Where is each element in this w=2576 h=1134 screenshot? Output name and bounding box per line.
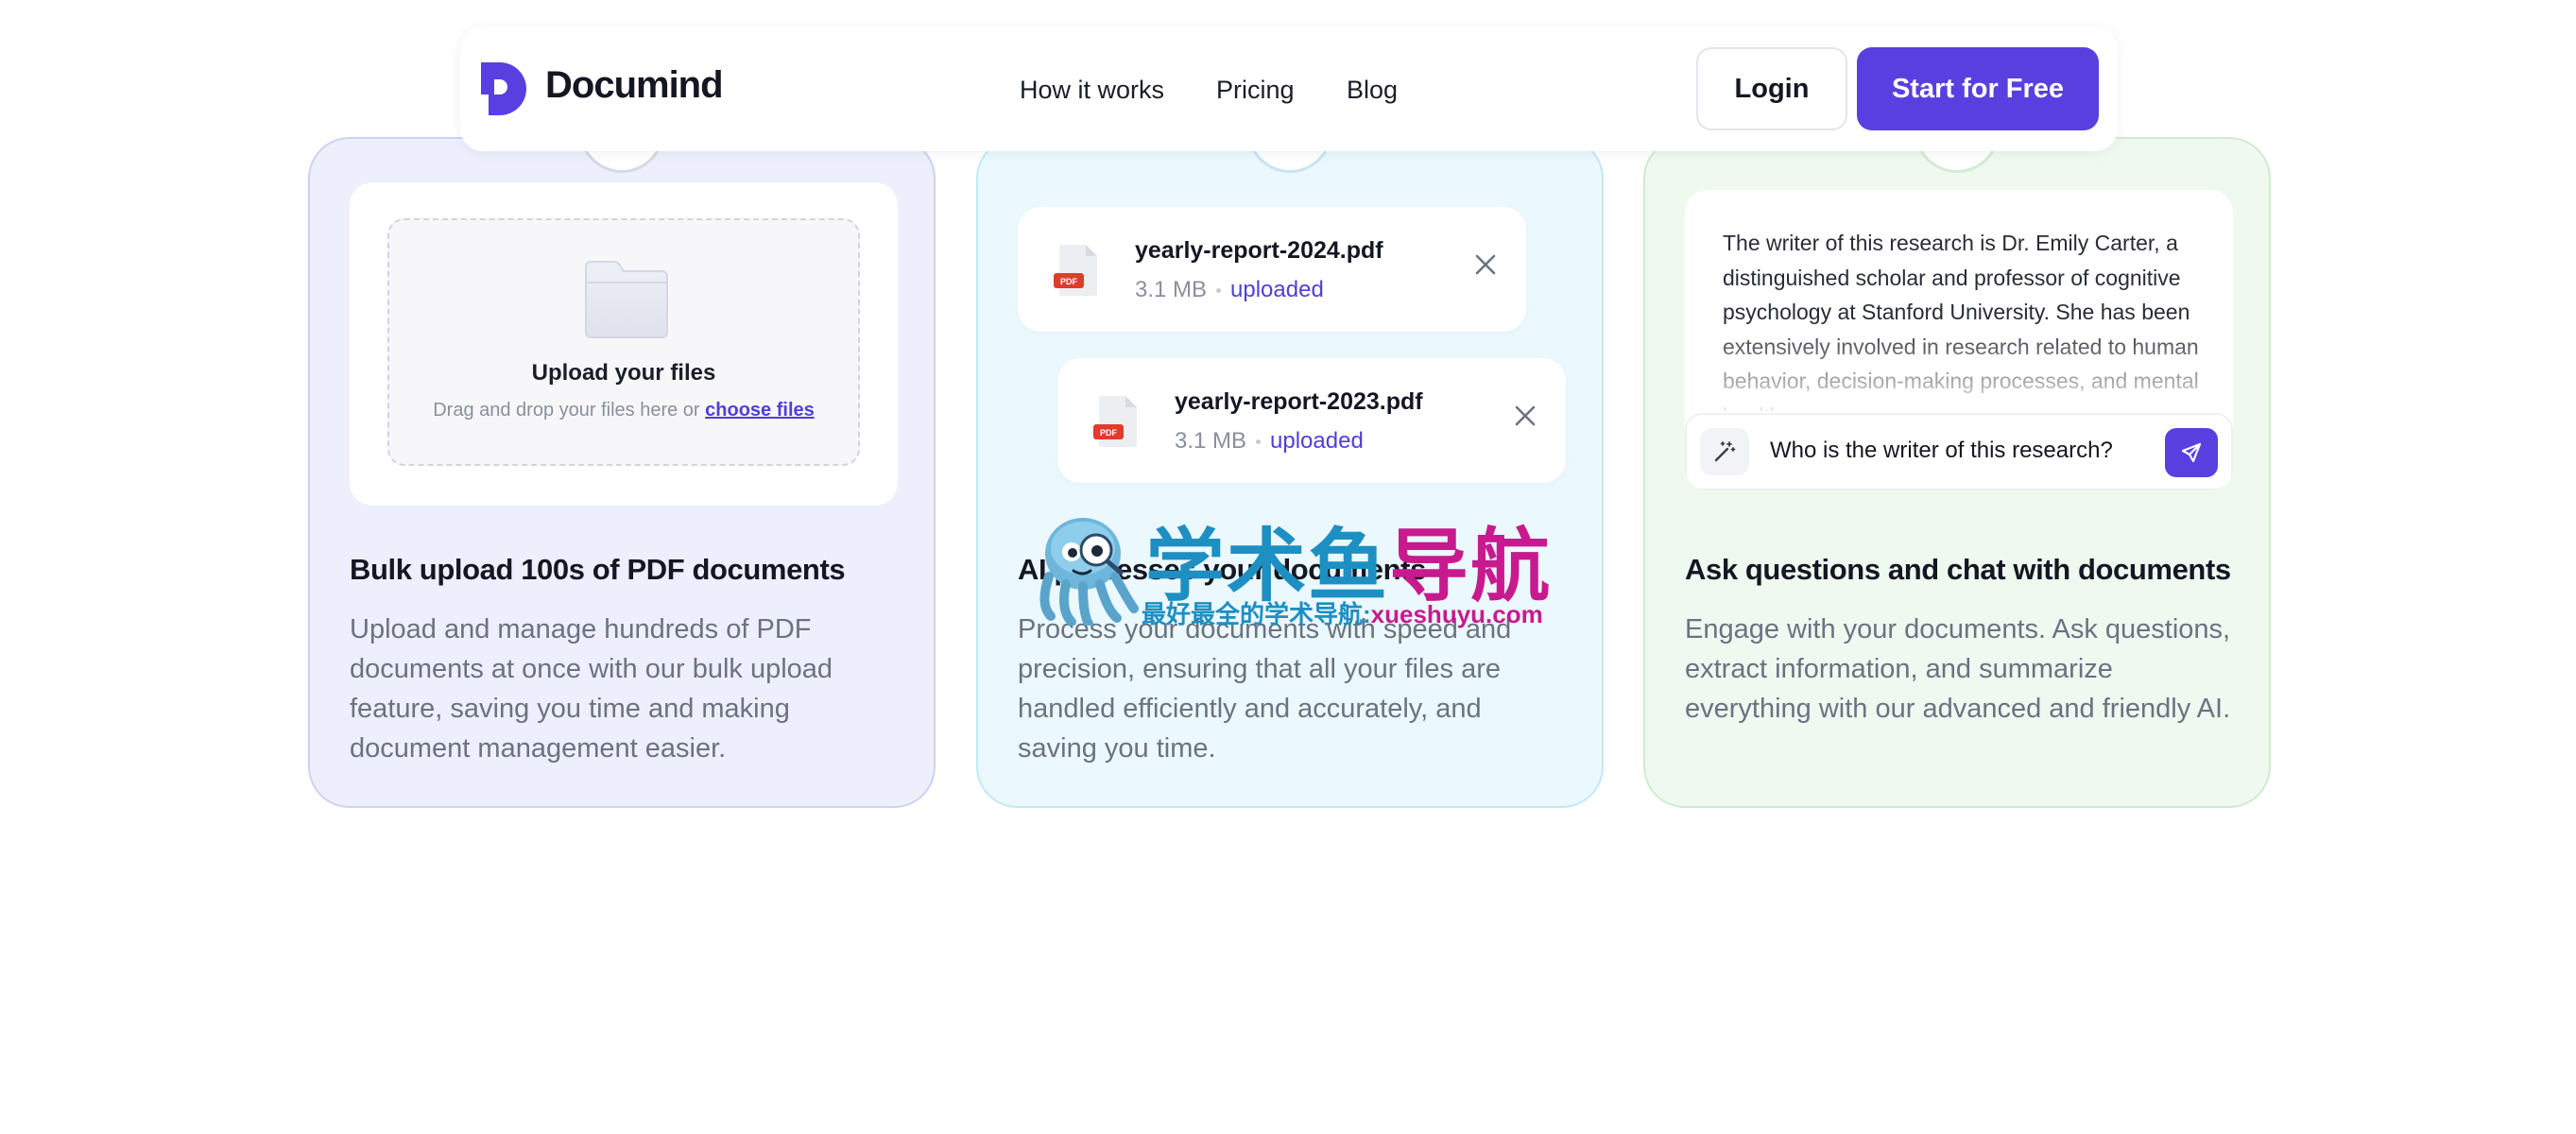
feature-card-chat: The writer of this research is Dr. Emily…	[1643, 105, 2271, 808]
separator-dot	[1256, 439, 1262, 445]
file-meta: 3.1 MB uploaded	[1175, 428, 1364, 455]
close-icon[interactable]	[1513, 404, 1537, 428]
card-description: Upload and manage hundreds of PDF docume…	[350, 614, 833, 764]
chat-panel: The writer of this research is Dr. Emily…	[1685, 190, 2233, 490]
card-title: Bulk upload 100s of PDF documents	[350, 553, 846, 586]
choose-files-link[interactable]: choose files	[705, 400, 815, 421]
upload-subtitle-text: Drag and drop your files here or	[433, 400, 700, 421]
logo-icon	[481, 62, 526, 115]
send-button[interactable]	[2165, 428, 2218, 477]
file-meta: 3.1 MB uploaded	[1135, 277, 1324, 303]
separator-dot	[1216, 288, 1222, 294]
card-title: Ask questions and chat with documents	[1685, 553, 2231, 586]
pdf-badge: PDF	[1060, 277, 1078, 286]
upload-status: uploaded	[1270, 428, 1364, 454]
upload-status: uploaded	[1230, 277, 1324, 302]
start-free-button[interactable]: Start for Free	[1857, 47, 2099, 130]
watermark-subtitle-part1: 最好最全的学术导航:	[1142, 600, 1371, 628]
close-icon[interactable]	[1473, 252, 1498, 277]
file-dropzone[interactable]: Upload your files Drag and drop your fil…	[387, 218, 860, 466]
file-size: 3.1 MB	[1135, 277, 1208, 302]
card-description: Engage with your documents. Ask question…	[1685, 614, 2231, 724]
nav-link-pricing[interactable]: Pricing	[1216, 76, 1295, 105]
chat-question: Who is the writer of this research?	[1770, 438, 2113, 463]
chat-input[interactable]: Who is the writer of this research?	[1685, 413, 2233, 490]
login-button[interactable]: Login	[1696, 47, 1847, 130]
chat-fade-overlay	[1685, 322, 2233, 417]
file-name: yearly-report-2024.pdf	[1135, 237, 1383, 264]
pdf-file-icon: PDF	[1054, 245, 1097, 296]
top-navbar: Documind How it works Pricing Blog Login…	[460, 26, 2118, 151]
nav-link-blog[interactable]: Blog	[1347, 76, 1398, 105]
feature-card-ai-processing: PDF yearly-report-2024.pdf 3.1 MB uploade…	[976, 105, 1604, 808]
card-description: Process your documents with speed and pr…	[1018, 614, 1512, 764]
feature-card-bulk-upload: Upload your files Drag and drop your fil…	[308, 105, 936, 808]
octopus-mascot-icon	[1039, 518, 1139, 626]
upload-panel: Upload your files Drag and drop your fil…	[350, 182, 898, 506]
magic-wand-icon	[1714, 441, 1736, 462]
file-item: PDF yearly-report-2023.pdf 3.1 MB uploade…	[1057, 358, 1566, 483]
nav-link-how-it-works[interactable]: How it works	[1020, 76, 1164, 105]
folder-icon	[585, 261, 668, 338]
watermark-subtitle: 最好最全的学术导航:xueshuyu.com	[1142, 595, 1543, 630]
file-name: yearly-report-2023.pdf	[1175, 388, 1423, 415]
pdf-badge: PDF	[1100, 428, 1118, 438]
file-size: 3.1 MB	[1175, 428, 1247, 454]
upload-title: Upload your files	[531, 360, 716, 386]
watermark: 学术鱼导航 最好最全的学术导航:xueshuyu.com	[1030, 510, 1559, 628]
brand-name: Documind	[545, 64, 724, 106]
file-item: PDF yearly-report-2024.pdf 3.1 MB uploade…	[1018, 207, 1526, 332]
send-icon	[2181, 442, 2202, 463]
upload-subtitle: Drag and drop your files here or choose …	[389, 400, 858, 421]
watermark-url: xueshuyu.com	[1370, 600, 1543, 628]
magic-wand-button[interactable]	[1700, 428, 1749, 475]
pdf-file-icon: PDF	[1093, 396, 1137, 447]
